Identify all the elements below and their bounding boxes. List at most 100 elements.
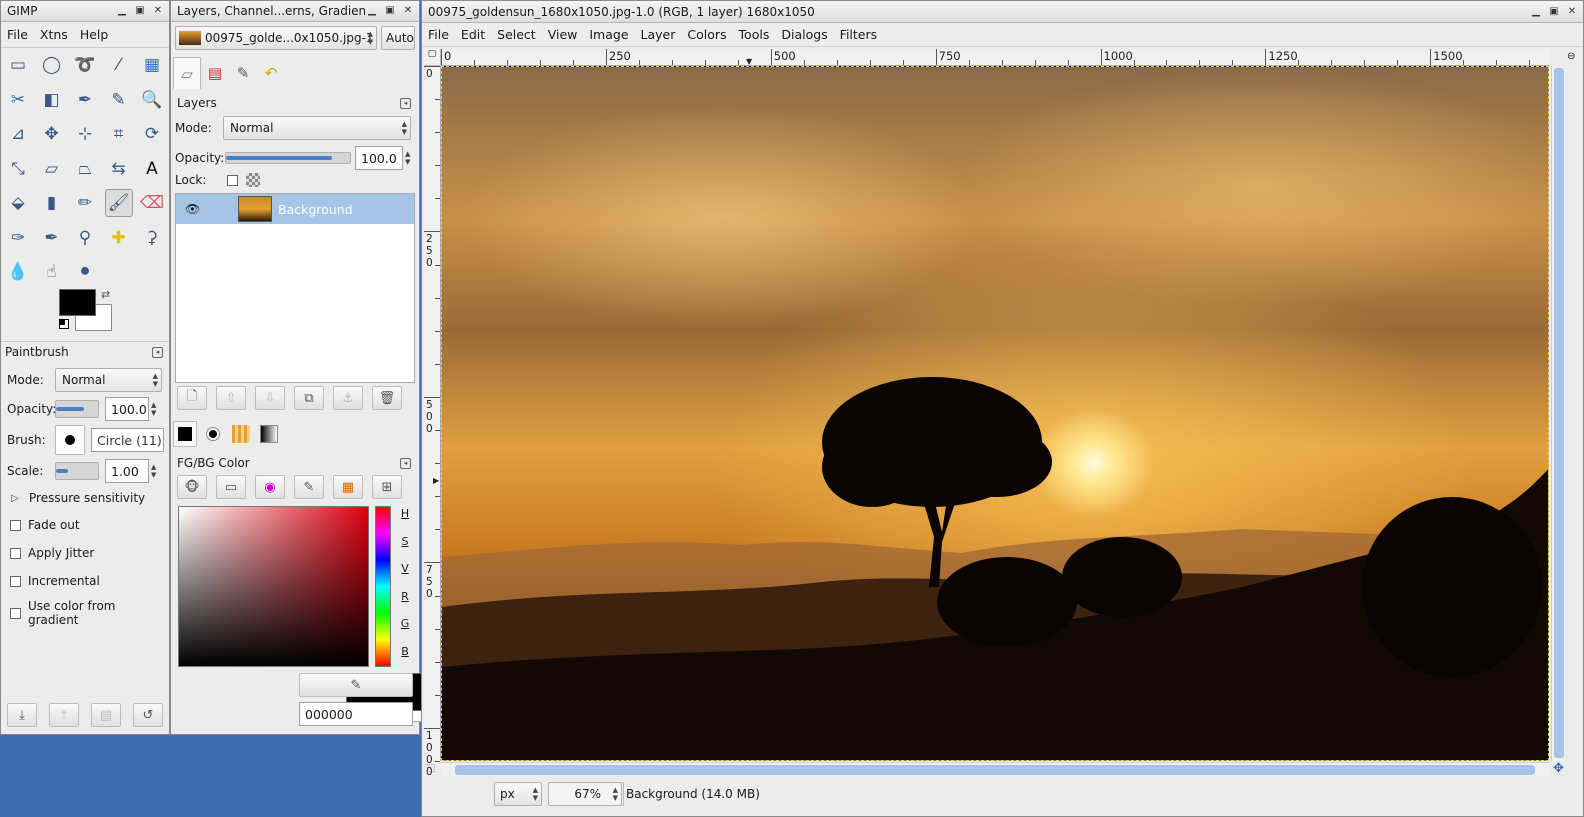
palette-selector-icon[interactable]: ▦ — [333, 475, 363, 499]
jitter-checkbox[interactable] — [10, 547, 21, 559]
wheel-selector-icon[interactable]: ◉ — [255, 475, 285, 499]
tab-undo[interactable]: ↶ — [257, 58, 285, 88]
menu-tools[interactable]: Tools — [733, 27, 776, 42]
channel-g-button[interactable]: G — [397, 616, 413, 638]
tab-menu-icon[interactable]: ◂ — [400, 457, 411, 469]
incremental-checkbox[interactable] — [10, 575, 21, 587]
pencil-icon[interactable]: ✏ — [71, 189, 99, 217]
watercolor-selector-icon[interactable]: ✎ — [294, 475, 324, 499]
fuzzy-select-icon[interactable]: ⁄ — [105, 51, 133, 79]
menu-image[interactable]: Image — [583, 27, 634, 42]
layer-mode-combo[interactable]: Normal ▲ ▼ — [223, 116, 411, 140]
opacity-input[interactable]: 100.0 — [105, 397, 149, 421]
tab-menu-icon[interactable]: ◂ — [400, 97, 411, 109]
hex-color-input[interactable]: 000000 — [299, 702, 413, 726]
navigate-icon[interactable]: ✥ — [1553, 761, 1564, 776]
raise-layer-icon[interactable]: ⇧ — [216, 386, 246, 410]
tab-layers[interactable]: ▱ — [173, 57, 201, 89]
measure-icon[interactable]: ⊿ — [4, 120, 32, 148]
perspective-icon[interactable]: ⏢ — [71, 155, 99, 183]
menu-select[interactable]: Select — [491, 27, 542, 42]
saturation-value-area[interactable] — [178, 506, 369, 667]
menu-edit[interactable]: Edit — [455, 27, 491, 42]
paintbrush-icon[interactable]: 🖌 — [104, 189, 133, 217]
channel-v-button[interactable]: V — [397, 561, 413, 583]
ink-icon[interactable]: ✒ — [38, 224, 66, 252]
flip-icon[interactable]: ⇆ — [105, 155, 133, 183]
layers-dock-titlebar[interactable]: Layers, Channel...erns, Gradients ▁ ▣ ✕ — [171, 1, 419, 22]
tab-patterns[interactable] — [229, 421, 253, 447]
shear-icon[interactable]: ▱ — [38, 155, 66, 183]
brush-preview[interactable] — [55, 425, 85, 455]
lower-layer-icon[interactable]: ⇩ — [255, 386, 285, 410]
tab-menu-icon[interactable]: ◂ — [152, 346, 163, 358]
channel-r-button[interactable]: R — [397, 589, 413, 611]
menu-view[interactable]: View — [542, 27, 584, 42]
horizontal-scrollbar[interactable] — [441, 762, 1549, 776]
scale-icon[interactable]: ⤡ — [4, 155, 32, 183]
swap-colors-icon[interactable]: ⇄ — [101, 288, 110, 301]
pressure-expander[interactable]: ▷ Pressure sensitivity — [11, 491, 145, 505]
spin-arrows-icon[interactable]: ▲ ▼ — [405, 150, 410, 166]
minimize-icon[interactable]: ▁ — [365, 4, 379, 18]
blur-icon[interactable]: 💧 — [4, 258, 32, 286]
menu-file[interactable]: File — [422, 27, 455, 42]
close-icon[interactable]: ✕ — [151, 4, 165, 18]
menu-layer[interactable]: Layer — [635, 27, 682, 42]
gimp-selector-icon[interactable]: 🐵 — [177, 475, 207, 499]
color-select-icon[interactable]: ▦ — [138, 51, 166, 79]
layer-opacity-slider[interactable] — [225, 152, 351, 164]
scales-selector-icon[interactable]: ⊞ — [372, 475, 402, 499]
tab-paths[interactable]: ✎ — [229, 58, 257, 88]
vertical-scroll-thumb[interactable] — [1554, 68, 1564, 758]
toolbox-titlebar[interactable]: GIMP ▁ ▣ ✕ — [1, 1, 169, 22]
duplicate-layer-icon[interactable]: ⧉ — [294, 386, 324, 410]
channel-h-button[interactable]: H — [397, 506, 413, 528]
gradient-checkbox-row[interactable]: Use color from gradient — [10, 599, 169, 627]
zoom-icon[interactable]: 🔍 — [138, 86, 166, 114]
eraser-icon[interactable]: ⌫ — [138, 189, 166, 217]
paths-icon[interactable]: ✒ — [71, 86, 99, 114]
tab-brushes[interactable] — [201, 421, 225, 447]
align-icon[interactable]: ⊹ — [71, 120, 99, 148]
crop-icon[interactable]: ⌗ — [105, 120, 133, 148]
cmyk-selector-icon[interactable]: ▭ — [216, 475, 246, 499]
gradient-checkbox[interactable] — [10, 607, 21, 619]
text-icon[interactable]: A — [138, 155, 166, 183]
menu-help[interactable]: Help — [74, 27, 115, 42]
zoom-follow-icon[interactable]: ⊖ — [1567, 51, 1575, 62]
reset-options-icon[interactable]: ↺ — [133, 703, 163, 727]
auto-button[interactable]: Auto — [381, 26, 415, 50]
foreground-color-swatch[interactable] — [59, 289, 96, 316]
scale-slider[interactable] — [55, 462, 99, 480]
airbrush-icon[interactable]: ✑ — [4, 224, 32, 252]
image-titlebar[interactable]: 00975_goldensun_1680x1050.jpg-1.0 (RGB, … — [422, 1, 1583, 23]
dodge-burn-icon[interactable]: ⚫ — [71, 258, 99, 286]
move-icon[interactable]: ✥ — [38, 120, 66, 148]
rect-select-icon[interactable]: ▭ — [4, 51, 32, 79]
menu-file[interactable]: File — [1, 27, 34, 42]
perspective-clone-icon[interactable]: ⚳ — [138, 224, 166, 252]
bucket-fill-icon[interactable]: ⬙ — [4, 189, 32, 217]
tab-fgbg[interactable] — [173, 421, 197, 447]
channel-b-button[interactable]: B — [397, 644, 413, 666]
scissors-icon[interactable]: ✂ — [4, 86, 32, 114]
minimize-icon[interactable]: ▁ — [115, 4, 129, 18]
layer-row-background[interactable]: 👁 Background — [176, 194, 414, 224]
layer-name[interactable]: Background — [278, 202, 353, 217]
vertical-ruler[interactable]: 0 250 500 750 1000 ▶ — [424, 66, 441, 778]
zoom-combo[interactable]: 67% ▲ ▼ — [548, 782, 622, 806]
vertical-scrollbar[interactable] — [1551, 66, 1565, 761]
opacity-slider[interactable] — [55, 400, 99, 418]
tab-gradients[interactable] — [257, 421, 281, 447]
menu-dialogs[interactable]: Dialogs — [775, 27, 833, 42]
unit-combo[interactable]: px ▲ ▼ — [494, 782, 542, 806]
horizontal-ruler[interactable]: 0 250 500 750 1000 1250 1500 ▼ — [441, 49, 1549, 66]
default-colors-icon[interactable] — [59, 319, 69, 329]
heal-icon[interactable]: ✚ — [105, 224, 133, 252]
menu-filters[interactable]: Filters — [834, 27, 883, 42]
lock-pixels-checkbox[interactable] — [227, 174, 238, 186]
color-picker-button[interactable]: ✎ — [299, 673, 413, 697]
ruler-corner[interactable]: ▢ — [424, 49, 441, 66]
tab-channels[interactable]: ▤ — [201, 58, 229, 88]
